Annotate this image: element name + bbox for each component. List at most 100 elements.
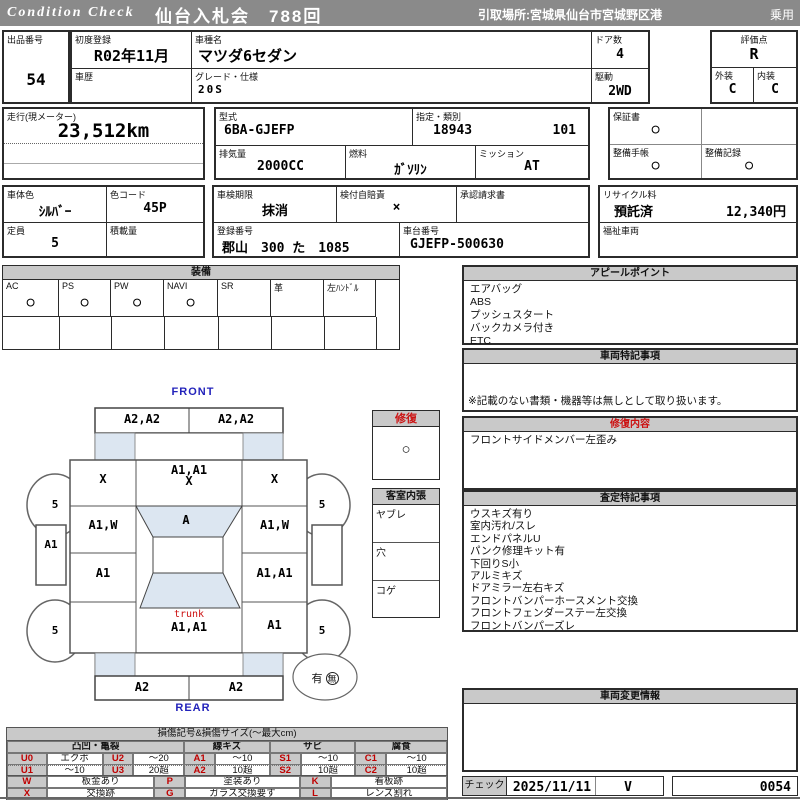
assessment-line: ドアミラー左右キズ bbox=[470, 582, 565, 595]
legend-mark-row-1: W 板金あり P 塗装あり K 看板跡 bbox=[7, 776, 447, 788]
appeal-line: ABS bbox=[470, 296, 492, 308]
score-box: 評価点 R 外装 C 内装 C bbox=[710, 30, 798, 104]
auction-title: 仙台入札会 788回 bbox=[155, 7, 323, 26]
load-label: 積載量 bbox=[110, 226, 138, 236]
equipment-cell-ac: AC ○ bbox=[3, 280, 59, 316]
color-code-value: 45P bbox=[143, 201, 167, 216]
score-value: R bbox=[749, 45, 759, 63]
fuel-cell: 燃料 ｶﾞｿﾘﾝ bbox=[346, 145, 476, 178]
doors-value: 4 bbox=[616, 47, 624, 62]
front-label: FRONT bbox=[171, 386, 215, 398]
vehicle-notes-title: 車両特記事項 bbox=[464, 350, 796, 364]
model-name-cell: 車種名 マツダ6セダン bbox=[192, 32, 591, 68]
maintenance-book-mark: ○ bbox=[651, 158, 660, 173]
wheel-rear-left-size: 5 bbox=[51, 624, 59, 637]
legend-title: 損傷記号&損傷サイズ(〜最大cm) bbox=[7, 728, 447, 741]
legend-group: 凸凹・亀裂 bbox=[7, 741, 185, 753]
lot-number-label: 出品番号 bbox=[7, 35, 44, 45]
fuel-value: ｶﾞｿﾘﾝ bbox=[394, 163, 427, 178]
interior-item-burn: コゲ bbox=[376, 586, 396, 597]
assessment-line: フロントフェンダーステー左交換 bbox=[470, 607, 627, 620]
wheel-front-right-size: 5 bbox=[318, 498, 326, 511]
appeal-line: エアバッグ bbox=[470, 283, 523, 295]
body-color-label: 車体色 bbox=[7, 190, 35, 200]
hood-code: A1,A1 X bbox=[136, 464, 242, 488]
appeal-title: アピールポイント bbox=[464, 267, 796, 281]
first-registration-value: R02年11月 bbox=[93, 47, 170, 65]
insurance-cell: 検付自賠責 × bbox=[337, 187, 457, 223]
exterior-label: 外装 bbox=[715, 71, 734, 81]
drive-value: 2WD bbox=[608, 84, 632, 99]
legend-size-row-1: U0 エクボ U2 〜20 A1 〜10 S1 〜10 C1 〜10 bbox=[7, 753, 447, 765]
door-rear-left-code: A1 bbox=[95, 566, 111, 580]
legend-code: K bbox=[299, 776, 331, 788]
documents-box: 保証書 ○ 整備手帳 ○ 整備記録 ○ bbox=[608, 107, 798, 180]
appeal-panel: アピールポイント エアバッグ ABS プッシュスタート バックカメラ付き ETC bbox=[462, 265, 798, 347]
equipment-mark: ○ bbox=[80, 295, 89, 310]
check-label: チェック bbox=[463, 777, 507, 795]
registration-model-box: 初度登録 R02年11月 車種名 マツダ6セダン ドア数 4 車歴 グレード・仕… bbox=[70, 30, 650, 104]
assessment-line: フロントバンパーホースメント交換 bbox=[470, 594, 638, 607]
doors-label: ドア数 bbox=[595, 35, 623, 45]
equipment-label: AC bbox=[6, 281, 19, 291]
class-no2-value: 101 bbox=[552, 123, 576, 138]
class-cell: 指定・類別 18943 101 bbox=[413, 109, 588, 145]
right-sill-rect bbox=[311, 524, 343, 586]
equipment-mark: ○ bbox=[26, 295, 35, 310]
welfare-cell: 福祉車両 bbox=[600, 223, 796, 256]
rear-label: REAR bbox=[175, 702, 211, 714]
interior-label: 内装 bbox=[757, 71, 776, 81]
vehicle-notes-note: ※記載のない書類・機器等は無しとして取り扱います。 bbox=[468, 395, 728, 407]
model-code-cell: 型式 6BA-GJEFP bbox=[216, 109, 413, 145]
mileage-box: 走行(現メーター) 23,512km bbox=[2, 107, 205, 180]
grade-cell: グレード・仕様 20S bbox=[192, 68, 591, 102]
recycle-status: 預託済 bbox=[614, 205, 654, 220]
legend-code: U0 bbox=[7, 753, 47, 765]
history-cell: 車歴 bbox=[72, 68, 192, 102]
equipment-label: SR bbox=[221, 281, 234, 291]
legend-group: 腐食 bbox=[355, 741, 447, 753]
doors-cell: ドア数 4 bbox=[591, 32, 648, 68]
legend-value: 塗装あり bbox=[185, 776, 300, 788]
page-bottom-rule bbox=[0, 797, 800, 799]
wheel-rear-right-size: 5 bbox=[318, 624, 326, 637]
legend-group: 線キズ bbox=[184, 741, 270, 753]
rear-window-shape bbox=[139, 572, 241, 609]
divider bbox=[4, 163, 203, 164]
equipment-table: 装備 AC ○ PS ○ PW ○ NAVI ○ SR 革 左ﾊﾝﾄﾞﾙ bbox=[2, 265, 400, 350]
equipment-label: 革 bbox=[274, 283, 284, 293]
rear-bumper-right-code: A2 bbox=[228, 680, 244, 694]
repair-detail-line: フロントサイドメンバー左歪み bbox=[470, 434, 617, 446]
hood-code-line2: X bbox=[185, 474, 193, 488]
legend-code: U2 bbox=[102, 753, 134, 765]
assessment-line: パンク修理キット有 bbox=[470, 545, 566, 558]
windshield-code: A bbox=[182, 513, 190, 527]
repair-flag-title: 修復 bbox=[373, 411, 439, 427]
recycle-cell: リサイクル料 預託済 12,340円 bbox=[600, 187, 796, 223]
insurance-mark: × bbox=[392, 200, 401, 215]
spare-tire-flag: 有無 bbox=[296, 670, 354, 686]
drive-cell: 駆動 2WD bbox=[591, 68, 648, 102]
header-bar: Condition Check 仙台入札会 788回 引取場所:宮城県仙台市宮城… bbox=[0, 0, 800, 26]
recycle-box: リサイクル料 預託済 12,340円 福祉車両 bbox=[598, 185, 798, 258]
repair-detail-title: 修復内容 bbox=[464, 418, 796, 432]
divider bbox=[4, 143, 203, 144]
auction-sheet: Condition Check 仙台入札会 788回 引取場所:宮城県仙台市宮城… bbox=[0, 0, 800, 800]
approval-label: 承認請求書 bbox=[460, 190, 506, 200]
appeal-line: バックカメラ付き bbox=[470, 322, 554, 334]
model-code-value: 6BA-GJEFP bbox=[224, 123, 295, 138]
taillight-left-icon bbox=[94, 652, 136, 677]
legend-value: 〜10 bbox=[386, 753, 447, 765]
engine-box: 型式 6BA-GJEFP 指定・類別 18943 101 排気量 2000CC … bbox=[214, 107, 590, 180]
registration-number-cell: 登録番号 郡山 300 た 1085 bbox=[214, 223, 400, 256]
legend-code: C1 bbox=[355, 753, 387, 765]
capacity-cell: 定員 5 bbox=[4, 223, 107, 256]
class-no1-value: 18943 bbox=[433, 123, 473, 138]
equipment-label: PS bbox=[62, 281, 75, 291]
recycle-label: リサイクル料 bbox=[603, 190, 657, 200]
chassis-value: GJEFP-500630 bbox=[410, 237, 504, 252]
fender-front-right-code: X bbox=[270, 472, 279, 486]
legend-code: P bbox=[154, 776, 186, 788]
inspection-value: 抹消 bbox=[261, 204, 288, 219]
equipment-cell-navi: NAVI ○ bbox=[164, 280, 218, 316]
